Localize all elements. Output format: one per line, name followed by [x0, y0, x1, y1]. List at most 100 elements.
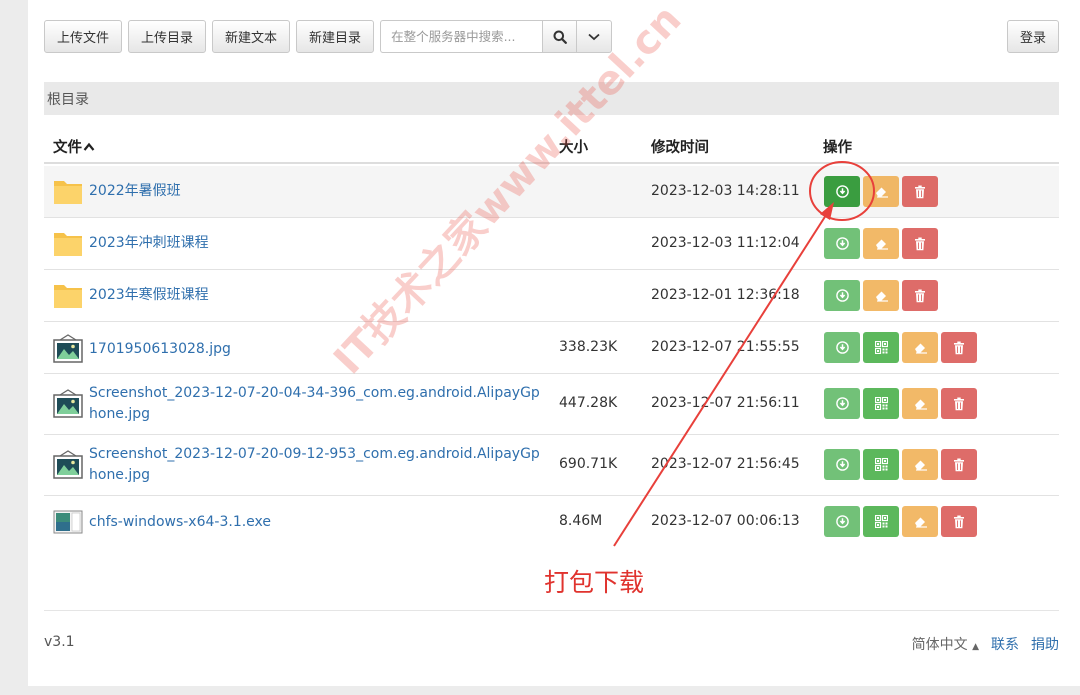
delete-button[interactable]	[902, 228, 938, 259]
download-button[interactable]	[824, 280, 860, 311]
trash-icon	[954, 341, 964, 354]
toolbar: 上传文件 上传目录 新建文本 新建目录	[44, 20, 613, 53]
sort-up-icon	[83, 142, 95, 151]
rename-button[interactable]	[863, 228, 899, 259]
delete-button[interactable]	[941, 388, 977, 419]
file-link[interactable]: 2023年寒假班课程	[89, 285, 544, 306]
folder-icon	[54, 181, 82, 204]
row-actions	[824, 332, 977, 363]
row-actions	[824, 449, 977, 480]
search-icon	[553, 30, 567, 44]
file-mtime: 2023-12-07 21:56:45	[651, 456, 800, 472]
rename-button[interactable]	[902, 388, 938, 419]
delete-button[interactable]	[941, 332, 977, 363]
contact-link[interactable]: 联系	[991, 634, 1019, 654]
trash-icon	[954, 458, 964, 471]
qrcode-button[interactable]	[863, 506, 899, 537]
new-text-button[interactable]: 新建文本	[212, 20, 291, 53]
download-icon	[835, 458, 849, 471]
new-dir-button[interactable]: 新建目录	[296, 20, 375, 53]
search-input[interactable]	[380, 20, 543, 53]
file-mtime: 2023-12-07 00:06:13	[651, 513, 800, 529]
exe-file-icon	[53, 510, 83, 534]
column-ops: 操作	[823, 140, 852, 156]
table-row: chfs-windows-x64-3.1.exe 8.46M 2023-12-0…	[44, 496, 1059, 548]
qrcode-button[interactable]	[863, 332, 899, 363]
row-actions	[824, 176, 938, 207]
file-name-cell: 1701950613028.jpg	[53, 334, 544, 364]
rename-button[interactable]	[902, 332, 938, 363]
column-file[interactable]: 文件	[53, 136, 95, 157]
folder-icon	[54, 285, 82, 308]
donate-link[interactable]: 捐助	[1031, 634, 1059, 654]
file-name-cell: Screenshot_2023-12-07-20-04-34-396_com.e…	[53, 383, 544, 425]
trash-icon	[915, 289, 925, 302]
download-button[interactable]	[824, 388, 860, 419]
file-mtime: 2023-12-07 21:56:11	[651, 395, 800, 411]
qrcode-icon	[874, 341, 888, 354]
file-link[interactable]: 1701950613028.jpg	[89, 339, 544, 360]
file-size: 690.71K	[559, 456, 618, 472]
file-link[interactable]: chfs-windows-x64-3.1.exe	[89, 512, 544, 533]
download-icon	[835, 341, 849, 354]
image-file-icon	[53, 450, 83, 479]
download-icon	[835, 397, 849, 410]
file-link[interactable]: Screenshot_2023-12-07-20-04-34-396_com.e…	[89, 383, 544, 425]
file-name-cell: 2023年寒假班课程	[53, 281, 544, 309]
file-name-cell: Screenshot_2023-12-07-20-09-12-953_com.e…	[53, 444, 544, 486]
rename-button[interactable]	[902, 449, 938, 480]
chevron-down-icon	[588, 33, 600, 40]
download-icon	[835, 237, 849, 250]
qrcode-icon	[874, 515, 888, 528]
version-label: v3.1	[44, 634, 75, 650]
download-button[interactable]	[824, 506, 860, 537]
trash-icon	[915, 185, 925, 198]
qrcode-button[interactable]	[863, 449, 899, 480]
search-group	[380, 20, 613, 53]
footer-links: 简体中文 ▲ 联系 捐助	[912, 634, 1059, 654]
eraser-icon	[914, 399, 927, 410]
upload-file-button[interactable]: 上传文件	[44, 20, 123, 53]
download-button[interactable]	[824, 332, 860, 363]
language-selector[interactable]: 简体中文 ▲	[912, 634, 979, 654]
download-icon	[835, 515, 849, 528]
column-mtime[interactable]: 修改时间	[651, 136, 709, 157]
delete-button[interactable]	[902, 280, 938, 311]
image-file-icon	[53, 334, 83, 363]
delete-button[interactable]	[941, 506, 977, 537]
download-button[interactable]	[824, 449, 860, 480]
qrcode-icon	[874, 397, 888, 410]
row-actions	[824, 388, 977, 419]
folder-icon	[54, 233, 82, 256]
table-row: 1701950613028.jpg 338.23K 2023-12-07 21:…	[44, 322, 1059, 374]
qrcode-button[interactable]	[863, 388, 899, 419]
rename-button[interactable]	[863, 280, 899, 311]
delete-button[interactable]	[902, 176, 938, 207]
file-mtime: 2023-12-03 14:28:11	[651, 183, 800, 199]
download-icon	[835, 185, 849, 198]
trash-icon	[915, 237, 925, 250]
upload-dir-button[interactable]: 上传目录	[128, 20, 207, 53]
footer-divider	[44, 610, 1059, 611]
trash-icon	[954, 397, 964, 410]
breadcrumb-root[interactable]: 根目录	[47, 89, 89, 109]
eraser-icon	[875, 291, 888, 302]
table-row: 2023年冲刺班课程 2023-12-03 11:12:04	[44, 218, 1059, 270]
rename-button[interactable]	[863, 176, 899, 207]
rename-button[interactable]	[902, 506, 938, 537]
file-name-cell: chfs-windows-x64-3.1.exe	[53, 509, 544, 535]
trash-icon	[954, 515, 964, 528]
download-button[interactable]	[824, 176, 860, 207]
download-button[interactable]	[824, 228, 860, 259]
file-mtime: 2023-12-01 12:36:18	[651, 287, 800, 303]
delete-button[interactable]	[941, 449, 977, 480]
table-row: Screenshot_2023-12-07-20-09-12-953_com.e…	[44, 435, 1059, 496]
eraser-icon	[914, 343, 927, 354]
annotation-label: 打包下载	[544, 568, 645, 597]
file-size: 447.28K	[559, 395, 618, 411]
row-actions	[824, 228, 938, 259]
file-size: 8.46M	[559, 513, 603, 529]
search-button[interactable]	[542, 20, 578, 53]
file-link[interactable]: Screenshot_2023-12-07-20-09-12-953_com.e…	[89, 444, 544, 486]
login-button[interactable]: 登录	[1006, 20, 1059, 53]
